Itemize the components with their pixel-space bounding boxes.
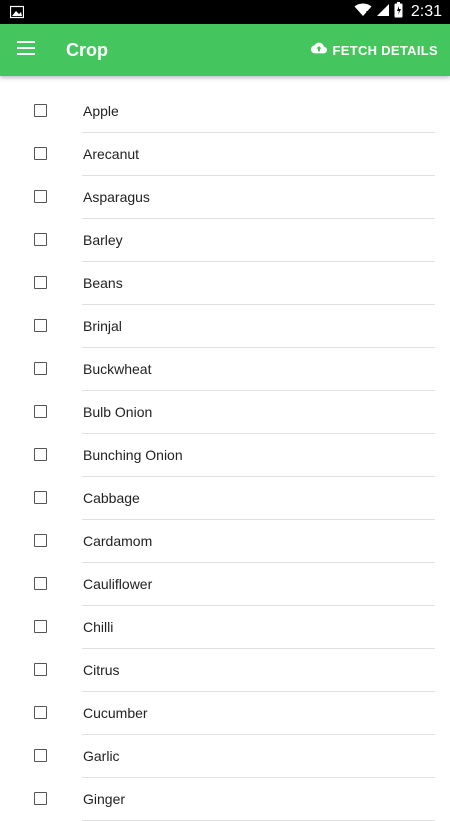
crop-label: Barley [83, 232, 123, 248]
crop-list-item[interactable]: Beans [0, 262, 450, 305]
svg-text:?: ? [365, 10, 369, 17]
crop-checkbox[interactable] [34, 104, 47, 117]
crop-label: Garlic [83, 748, 120, 764]
crop-list-item[interactable]: Asparagus [0, 176, 450, 219]
crop-label: Apple [83, 103, 119, 119]
crop-checkbox[interactable] [34, 362, 47, 375]
crop-label: Cucumber [83, 705, 148, 721]
crop-list-item[interactable]: Buckwheat [0, 348, 450, 391]
crop-checkbox[interactable] [34, 405, 47, 418]
crop-checkbox[interactable] [34, 534, 47, 547]
hamburger-menu-icon [17, 40, 35, 60]
status-time: 2:31 [410, 3, 442, 20]
crop-label: Chilli [83, 619, 114, 635]
status-icons: ? 2:31 [354, 0, 442, 24]
crop-list-item[interactable]: Barley [0, 219, 450, 262]
crop-checkbox[interactable] [34, 749, 47, 762]
crop-label: Beans [83, 275, 123, 291]
fetch-details-label: FETCH DETAILS [332, 42, 438, 58]
crop-label: Arecanut [83, 146, 140, 162]
crop-checkbox[interactable] [34, 706, 47, 719]
crop-checkbox[interactable] [34, 233, 47, 246]
crop-label: Asparagus [83, 189, 150, 205]
crop-checkbox[interactable] [34, 319, 47, 332]
crop-label: Citrus [83, 662, 120, 678]
crop-list-item[interactable]: Apple [0, 90, 450, 133]
crop-list-item[interactable]: Bunching Onion [0, 434, 450, 477]
image-icon [9, 5, 25, 19]
app-bar: Crop FETCH DETAILS [0, 24, 450, 76]
crop-list-item[interactable]: Arecanut [0, 133, 450, 176]
crop-label: Buckwheat [83, 361, 152, 377]
menu-button[interactable] [13, 37, 39, 63]
crop-checkbox[interactable] [34, 147, 47, 160]
crop-checkbox[interactable] [34, 792, 47, 805]
crop-checkbox[interactable] [34, 577, 47, 590]
fetch-details-button[interactable]: FETCH DETAILS [310, 24, 439, 76]
crop-checkbox[interactable] [34, 448, 47, 461]
crop-checkbox[interactable] [34, 491, 47, 504]
crop-list-item[interactable]: Bulb Onion [0, 391, 450, 434]
crop-list-item[interactable]: Cardamom [0, 520, 450, 563]
crop-label: Cardamom [83, 533, 153, 549]
crop-label: Cabbage [83, 490, 140, 506]
crop-list-item[interactable]: Chilli [0, 606, 450, 649]
wifi-icon: ? [354, 3, 372, 22]
crop-list-item[interactable]: Garlic [0, 735, 450, 778]
battery-icon [394, 1, 403, 23]
crop-list-item[interactable]: Cauliflower [0, 563, 450, 606]
crop-label: Cauliflower [83, 576, 153, 592]
crop-list-item[interactable]: Cabbage [0, 477, 450, 520]
crop-label: Bunching Onion [83, 447, 183, 463]
crop-checkbox[interactable] [34, 663, 47, 676]
crop-list-item[interactable]: Cucumber [0, 692, 450, 735]
page-title: Crop [66, 40, 108, 60]
crop-list-item[interactable]: Brinjal [0, 305, 450, 348]
crop-checkbox[interactable] [34, 620, 47, 633]
crop-checkbox[interactable] [34, 190, 47, 203]
status-bar: ? 2:31 [0, 0, 450, 24]
cloud-upload-icon [310, 41, 327, 59]
crop-label: Bulb Onion [83, 404, 153, 420]
crop-list-item[interactable]: Citrus [0, 649, 450, 692]
signal-icon [376, 3, 390, 22]
crop-checkbox[interactable] [34, 276, 47, 289]
crop-list: Apple Arecanut Asparagus Barley Beans Brinjal… [0, 90, 450, 821]
crop-label: Brinjal [83, 318, 122, 334]
